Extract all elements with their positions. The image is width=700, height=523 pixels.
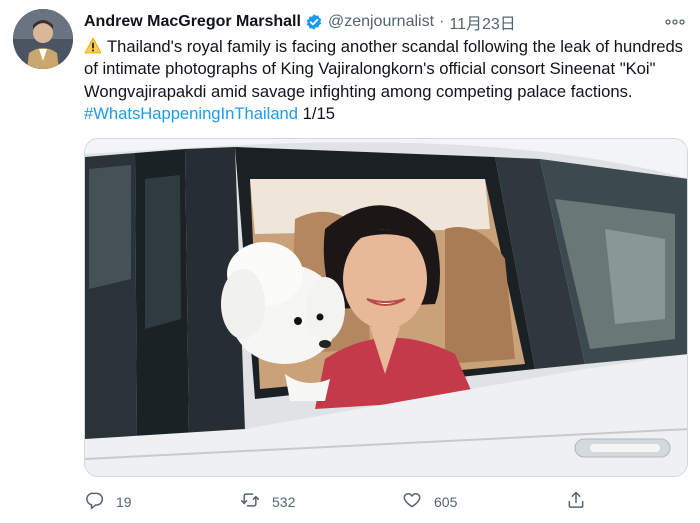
author-handle[interactable]: @zenjournalist bbox=[328, 13, 434, 31]
tweet[interactable]: Andrew MacGregor Marshall @zenjournalist… bbox=[0, 0, 700, 523]
thread-count: 1/15 bbox=[298, 103, 335, 123]
reply-icon bbox=[84, 490, 104, 513]
like-button[interactable]: 605 bbox=[402, 490, 457, 513]
photo-car-window bbox=[85, 139, 687, 476]
tweet-text: Thailand's royal family is facing anothe… bbox=[84, 36, 684, 125]
tweet-body: Thailand's royal family is facing anothe… bbox=[84, 37, 683, 101]
avatar-image bbox=[13, 9, 73, 69]
verified-badge-icon bbox=[305, 13, 323, 31]
like-icon bbox=[402, 490, 422, 513]
share-button[interactable] bbox=[566, 490, 586, 513]
more-icon[interactable] bbox=[664, 13, 686, 31]
tweet-date[interactable]: 11月23日 bbox=[449, 10, 515, 34]
avatar[interactable] bbox=[13, 9, 73, 69]
reply-button[interactable]: 19 bbox=[84, 490, 132, 513]
like-count: 605 bbox=[434, 493, 458, 510]
retweet-button[interactable]: 532 bbox=[240, 490, 295, 513]
separator-dot: · bbox=[439, 13, 445, 30]
tweet-header: Andrew MacGregor Marshall @zenjournalist… bbox=[84, 11, 516, 33]
share-icon bbox=[566, 490, 586, 513]
warning-icon bbox=[84, 37, 102, 54]
reply-count: 19 bbox=[116, 493, 132, 510]
tweet-actions: 19 532 605 bbox=[84, 486, 604, 516]
retweet-icon bbox=[240, 490, 260, 513]
hashtag-link[interactable]: #WhatsHappeningInThailand bbox=[84, 104, 298, 123]
tweet-photo[interactable] bbox=[84, 138, 688, 477]
author-name[interactable]: Andrew MacGregor Marshall bbox=[84, 13, 301, 31]
retweet-count: 532 bbox=[272, 493, 296, 510]
